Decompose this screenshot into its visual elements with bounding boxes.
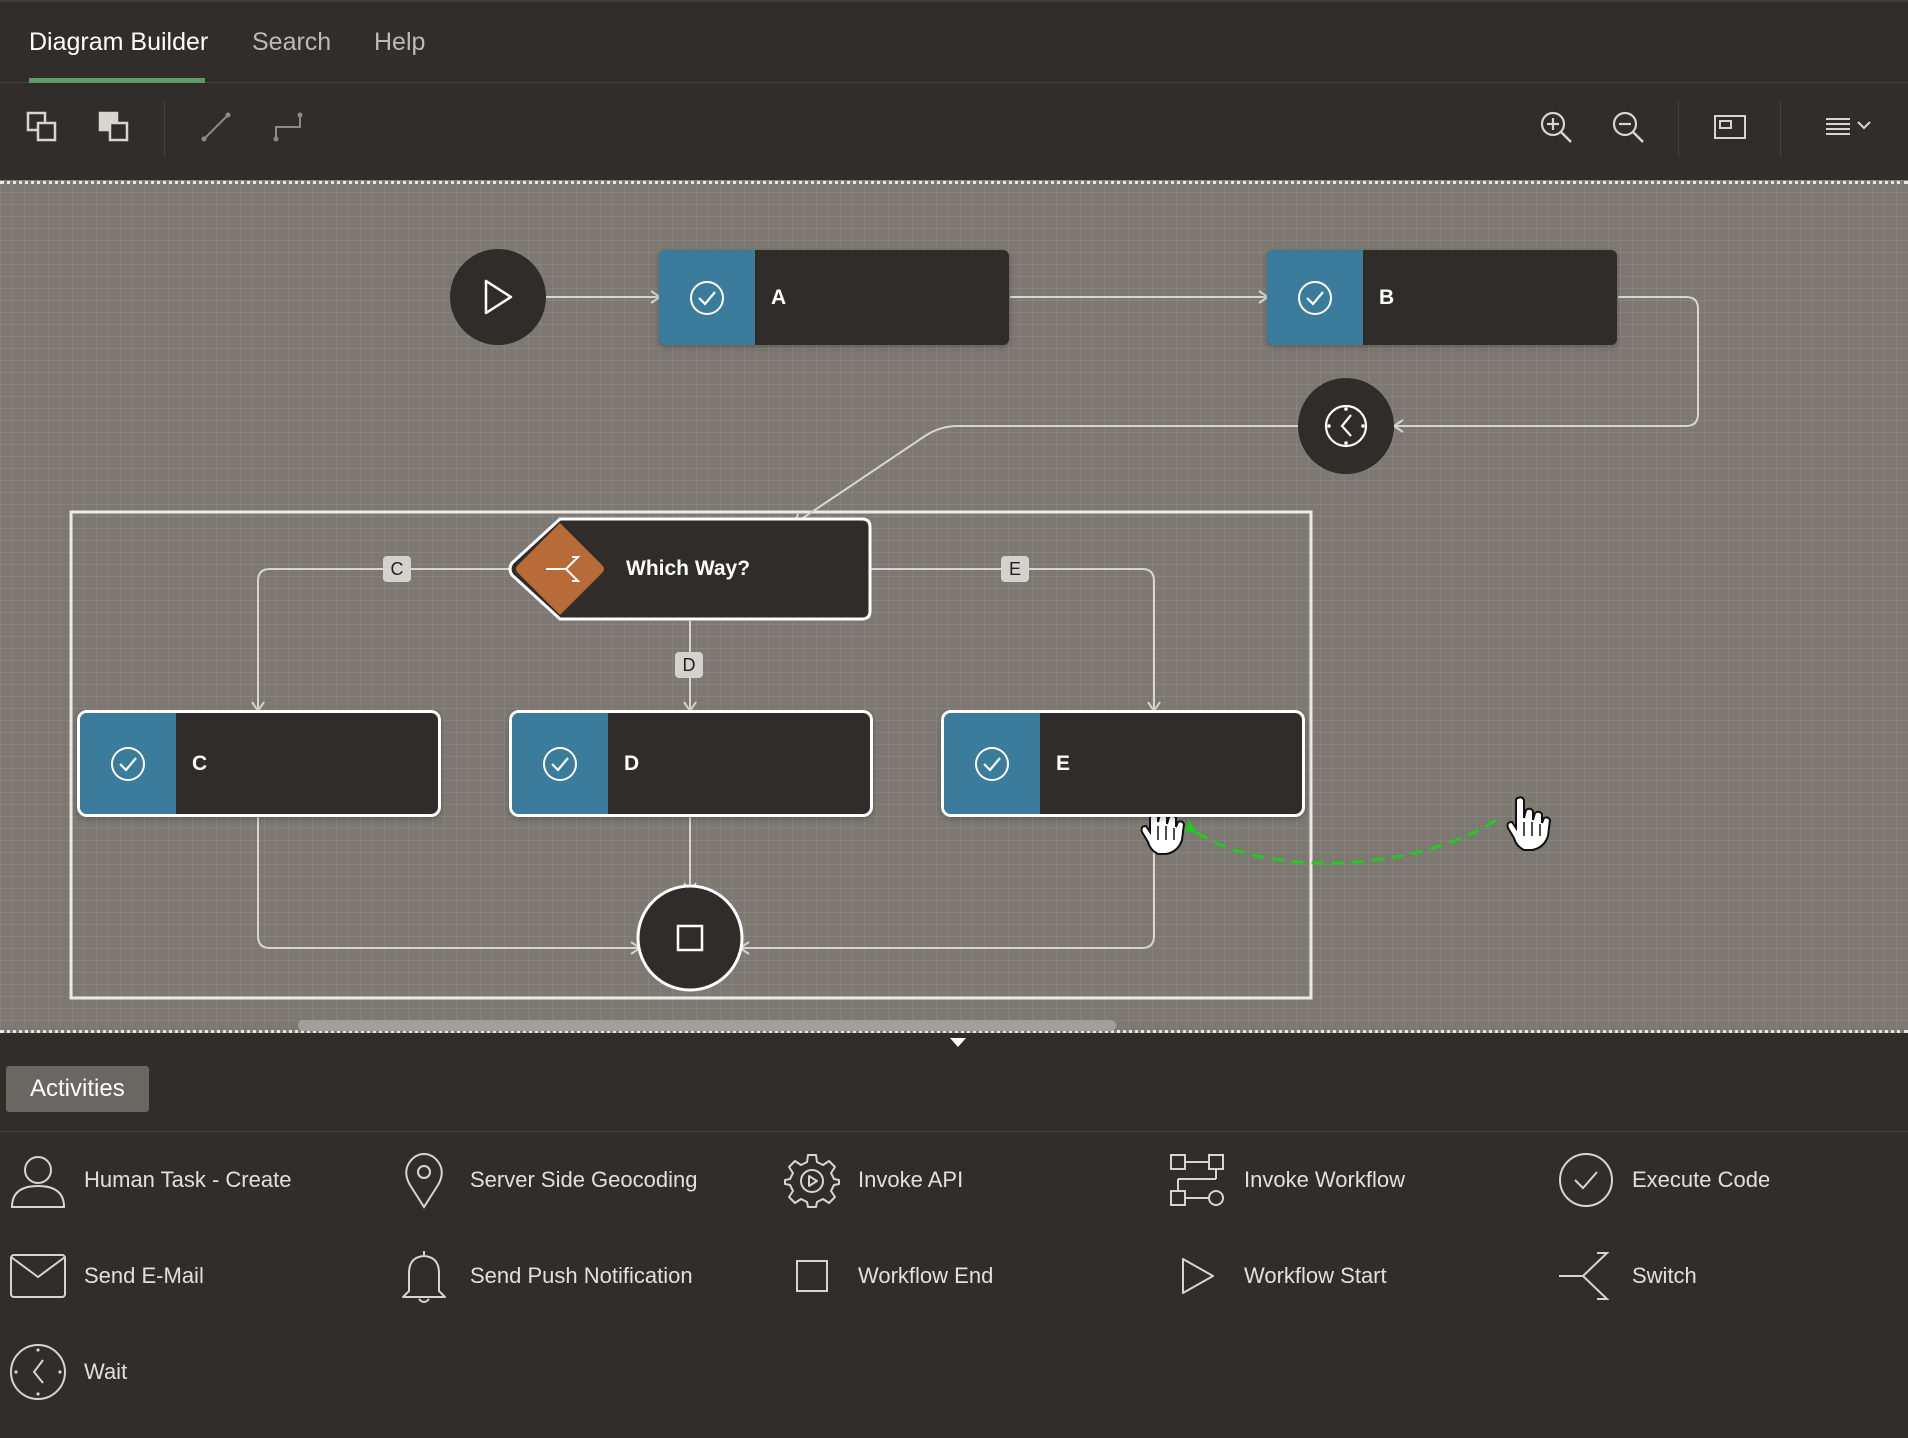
play-icon xyxy=(1168,1246,1228,1306)
connector-wait-switch xyxy=(792,425,1298,526)
activity-switch[interactable]: Switch xyxy=(1556,1246,1697,1306)
zoom-in-icon[interactable] xyxy=(1534,105,1578,149)
task-node-b[interactable]: B xyxy=(1267,250,1617,345)
connector-switch-e xyxy=(870,568,1161,713)
toolbar-separator xyxy=(164,101,165,157)
activity-label: Execute Code xyxy=(1632,1167,1771,1192)
switch-label: Which Way? xyxy=(626,557,751,580)
task-label: D xyxy=(624,751,640,775)
canvas-horizontal-scrollbar[interactable] xyxy=(298,1020,1116,1031)
task-node-d[interactable]: D xyxy=(509,710,873,817)
bell-icon xyxy=(394,1246,454,1306)
map-pin-icon xyxy=(394,1150,454,1210)
task-label: A xyxy=(771,285,787,309)
check-circle-icon xyxy=(1267,250,1363,345)
tab-help[interactable]: Help xyxy=(374,28,425,57)
activity-label: Send Push Notification xyxy=(470,1263,693,1288)
switch-node[interactable]: Which Way? xyxy=(508,517,872,621)
task-label: C xyxy=(192,751,208,775)
workflow-start-node xyxy=(450,249,546,345)
task-node-e[interactable]: E xyxy=(941,710,1305,817)
tab-activities[interactable]: Activities xyxy=(6,1066,149,1112)
task-node-a[interactable]: A xyxy=(659,250,1009,345)
activity-send-email[interactable]: Send E-Mail xyxy=(8,1246,204,1306)
tab-search[interactable]: Search xyxy=(252,28,331,57)
activity-server-side-geocoding[interactable]: Server Side Geocoding xyxy=(394,1150,697,1210)
wait-node xyxy=(1298,378,1394,474)
task-label: E xyxy=(1056,751,1071,775)
activity-send-push-notification[interactable]: Send Push Notification xyxy=(394,1246,693,1306)
branch-label-e[interactable]: E xyxy=(1001,556,1029,582)
activity-label: Workflow End xyxy=(858,1263,994,1288)
workflow-end-node xyxy=(636,884,744,992)
menu-icon[interactable] xyxy=(1818,105,1880,149)
activity-wait[interactable]: Wait xyxy=(8,1342,127,1402)
divider xyxy=(0,1131,1908,1132)
gear-play-icon xyxy=(782,1150,842,1210)
activity-label: Server Side Geocoding xyxy=(470,1167,698,1192)
clock-icon xyxy=(8,1342,68,1402)
fit-to-screen-icon[interactable] xyxy=(1708,105,1752,149)
activity-label: Invoke Workflow xyxy=(1244,1167,1405,1192)
connector-switch-c xyxy=(251,568,510,713)
toolbar-separator xyxy=(1678,101,1679,157)
square-icon xyxy=(782,1246,842,1306)
elbow-connector-icon[interactable] xyxy=(266,105,310,149)
diagram-canvas[interactable]: A B Which Way? C D E C D E xyxy=(0,180,1908,1033)
send-to-back-icon[interactable] xyxy=(92,105,136,149)
activity-label: Invoke API xyxy=(858,1167,964,1192)
diagram-toolbar xyxy=(0,83,1908,180)
person-icon xyxy=(8,1150,68,1210)
activity-invoke-api[interactable]: Invoke API xyxy=(782,1150,963,1210)
activity-workflow-end[interactable]: Workflow End xyxy=(782,1246,993,1306)
check-circle-icon xyxy=(944,713,1040,814)
connector-c-end xyxy=(257,815,642,955)
activity-label: Wait xyxy=(84,1359,128,1384)
canvas-top-border xyxy=(0,181,1908,184)
branch-label-c[interactable]: C xyxy=(383,556,411,582)
tab-diagram-builder[interactable]: Diagram Builder xyxy=(29,28,208,57)
bring-to-front-icon[interactable] xyxy=(20,105,64,149)
collapse-panel-arrow-icon[interactable] xyxy=(950,1038,966,1047)
drag-path xyxy=(1180,818,1497,865)
toolbar-separator xyxy=(1780,101,1781,157)
straight-connector-icon[interactable] xyxy=(194,105,238,149)
activities-panel: Activities Human Task - Create Server Si… xyxy=(0,1034,1908,1438)
activity-human-task-create[interactable]: Human Task - Create xyxy=(8,1150,291,1210)
branch-label-d[interactable]: D xyxy=(675,652,703,678)
connector-e-end xyxy=(738,815,1155,955)
switch-icon xyxy=(1556,1246,1616,1306)
activity-label: Switch xyxy=(1632,1263,1697,1288)
check-circle-icon xyxy=(512,713,608,814)
activity-label: Human Task - Create xyxy=(84,1167,292,1192)
check-circle-icon xyxy=(659,250,755,345)
envelope-icon xyxy=(8,1246,68,1306)
task-label: B xyxy=(1379,285,1395,309)
activity-execute-code[interactable]: Execute Code xyxy=(1556,1150,1770,1210)
task-node-c[interactable]: C xyxy=(77,710,441,817)
check-circle-icon xyxy=(80,713,176,814)
workflow-icon xyxy=(1168,1150,1228,1210)
activity-label: Workflow Start xyxy=(1244,1263,1387,1288)
main-tabs: Diagram Builder Search Help xyxy=(0,2,1908,83)
check-circle-icon xyxy=(1556,1150,1616,1210)
activity-label: Send E-Mail xyxy=(84,1263,204,1288)
hand-cursor-icon xyxy=(1506,796,1552,851)
zoom-out-icon[interactable] xyxy=(1606,105,1650,149)
activity-invoke-workflow[interactable]: Invoke Workflow xyxy=(1168,1150,1405,1210)
activity-workflow-start[interactable]: Workflow Start xyxy=(1168,1246,1387,1306)
